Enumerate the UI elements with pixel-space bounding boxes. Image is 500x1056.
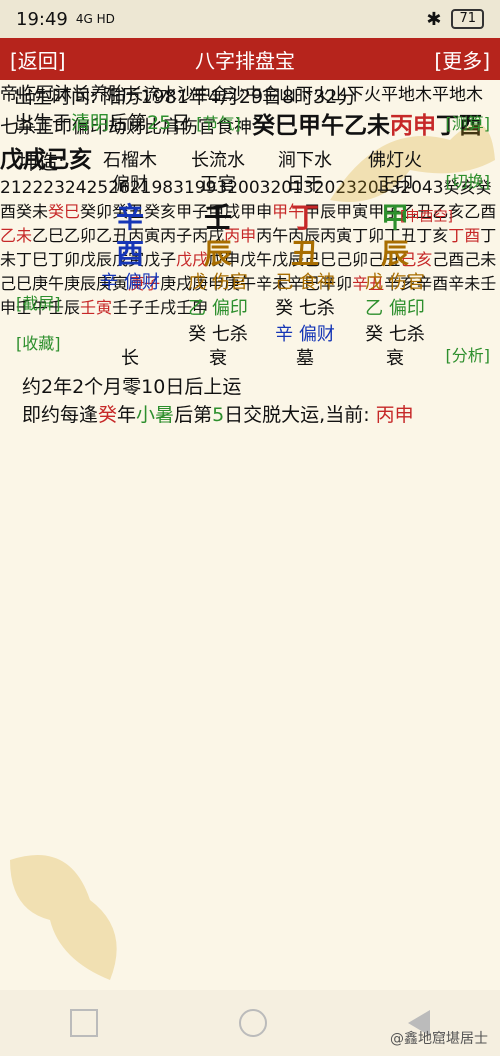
- pillar-gan-0: 辛: [115, 201, 145, 234]
- liunian-cell[interactable]: 壬寅: [80, 298, 112, 317]
- pillar-hide3-3: 癸 七杀: [365, 324, 425, 345]
- liunian-cell[interactable]: 丙午: [256, 226, 288, 245]
- liunian-cell[interactable]: 己卯: [336, 250, 368, 269]
- dragon-decoration-icon: [10, 855, 117, 980]
- liunian-cell[interactable]: 癸未: [16, 202, 48, 221]
- pillar-hide2-2: 癸 七杀: [275, 298, 335, 319]
- liunian-cell[interactable]: 丙寅: [320, 226, 352, 245]
- recent-apps-icon[interactable]: [70, 1009, 99, 1037]
- status-time: 19:49: [16, 8, 68, 30]
- bluetooth-icon: ✱: [426, 8, 442, 30]
- switch-button[interactable]: [切换]: [446, 168, 491, 192]
- liunian-cell[interactable]: 辛未: [448, 274, 480, 293]
- pillar-state-3: 衰: [386, 348, 404, 369]
- pillar-shishen-1: 正官: [200, 174, 236, 195]
- home-icon[interactable]: [238, 1009, 267, 1037]
- liunian-cell[interactable]: 壬戌: [144, 298, 176, 317]
- birth-term-line: 出生于清明后第25日 [节气]: [14, 112, 241, 134]
- pillar-hide1-2: 己 食神: [275, 272, 335, 293]
- collect-button[interactable]: [收藏]: [16, 330, 61, 354]
- dayun-age-1: 12: [10, 178, 33, 198]
- liunian-cell[interactable]: 癸亥: [144, 202, 176, 221]
- pillar-hide3-2: 辛 偏财: [275, 324, 335, 345]
- pillar-nayin-2: 涧下水: [278, 150, 332, 171]
- pillar-hide3-1: 癸 七杀: [188, 324, 248, 345]
- screenshot-button[interactable]: [截屏]: [16, 290, 61, 314]
- liunian-cell[interactable]: 乙卯: [64, 226, 96, 245]
- ceshu-button[interactable]: [测算]: [446, 110, 491, 134]
- page-title: 八字排盘宝: [195, 48, 295, 73]
- liunian-cell[interactable]: 癸卯: [80, 202, 112, 221]
- pillar-gan-1: 壬: [203, 201, 233, 234]
- liunian-cell[interactable]: 丁亥: [416, 226, 448, 245]
- signal-icon: 4G HD: [75, 12, 115, 26]
- dayun-age-0: 2: [0, 178, 11, 198]
- luck-cycle: 即约每逢癸年小暑后第5日交脱大运,当前: 丙申: [22, 404, 414, 426]
- pillar-zhi-0: 酉: [115, 237, 145, 270]
- liunian-cell[interactable]: 庚辰: [64, 274, 96, 293]
- pillar-zhi-3: 辰: [380, 237, 410, 270]
- pillar-state-0: 长: [121, 348, 139, 369]
- pillar-hide2-1: 乙 偏印: [188, 298, 248, 319]
- liunian-cell[interactable]: 丁卯: [352, 226, 384, 245]
- pillar-zhi-1: 辰: [203, 237, 233, 270]
- kong-badge: [申酉空]: [400, 209, 453, 225]
- pillar-hide2-3: 乙 偏印: [365, 298, 425, 319]
- luck-start: 约2年2个月零10日后上运: [22, 376, 242, 398]
- birth-info: 出生时间: 阳历1981年4月29日8时32分 出生于清明后第25日 [节气]: [14, 84, 356, 137]
- liunian-cell[interactable]: 戊辰: [80, 250, 112, 269]
- battery-icon: 71: [451, 9, 484, 29]
- liunian-cell[interactable]: 己未: [464, 250, 496, 269]
- watermark: @鑫地窟堪居士: [390, 1031, 488, 1047]
- liunian-cell[interactable]: 戊午: [240, 250, 272, 269]
- liunian-cell[interactable]: 戊子: [144, 250, 176, 269]
- pillar-hide1-0: 辛 偏财: [100, 272, 160, 293]
- jieqi-link[interactable]: [节气]: [196, 114, 241, 133]
- dayun-age-2: 22: [32, 178, 55, 198]
- pillar-nayin-0: 石榴木: [103, 150, 157, 171]
- liunian-cell[interactable]: 甲申: [240, 202, 272, 221]
- app-header: [返回] 八字排盘宝 [更多]: [0, 38, 500, 80]
- birth-time: 出生时间: 阳历1981年4月29日8时32分: [14, 86, 357, 108]
- liunian-cell[interactable]: 丁巳: [16, 250, 48, 269]
- main-content: 出生时间: 阳历1981年4月29日8时32分 出生于清明后第25日 [节气] …: [0, 80, 500, 990]
- pillar-nayin-3: 佛灯火: [368, 150, 422, 171]
- pillar-nayin-1: 长流水: [191, 150, 245, 171]
- analyze-button[interactable]: [分析]: [446, 342, 491, 366]
- status-bar: 19:49 4G HD ✱ 71: [0, 0, 500, 38]
- liunian-cell[interactable]: 己酉: [432, 250, 464, 269]
- liunian-cell[interactable]: 癸巳: [48, 202, 80, 221]
- pillar-gan-2: 丁: [290, 201, 320, 234]
- pillar-hide1-1: 戊 伤官: [188, 272, 248, 293]
- liunian-cell[interactable]: 丁卯: [48, 250, 80, 269]
- pillar-shishen-3: 正印: [377, 174, 413, 195]
- pillar-shishen-0: 偏财: [112, 174, 148, 195]
- dayun-age-4: 42: [75, 178, 98, 198]
- liunian-cell[interactable]: 壬子: [112, 298, 144, 317]
- liunian-cell[interactable]: 乙未: [0, 226, 32, 245]
- pillar-state-1: 衰: [209, 348, 227, 369]
- liunian-cell[interactable]: 乙巳: [32, 226, 64, 245]
- dayun-age-3: 32: [54, 178, 76, 198]
- pillar-hide1-3: 戊 伤官: [365, 272, 425, 293]
- pillar-shishen-2: 日干: [287, 174, 323, 195]
- liunian-cell[interactable]: 丁酉: [448, 226, 480, 245]
- pillar-label: 坤造:: [18, 150, 65, 174]
- more-button[interactable]: [更多]: [434, 45, 490, 74]
- pillar-state-2: 墓: [296, 348, 314, 369]
- liunian-cell[interactable]: 丙子: [160, 226, 192, 245]
- back-button[interactable]: [返回]: [10, 45, 66, 74]
- pillar-zhi-2: 丑: [290, 237, 320, 270]
